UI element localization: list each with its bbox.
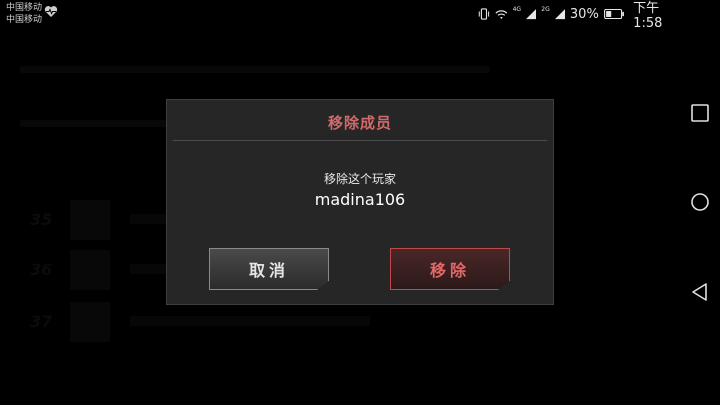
cancel-button[interactable]: 取消 <box>209 248 329 290</box>
battery-icon <box>603 8 624 20</box>
recent-apps-icon[interactable] <box>690 103 710 123</box>
vibrate-icon <box>478 8 490 20</box>
navigation-bar <box>680 0 720 405</box>
dialog-title: 移除成员 <box>327 114 392 132</box>
remove-member-dialog: 移除成员 移除这个玩家 madina106 取消 移除 <box>166 99 554 305</box>
carrier-label-2: 中国移动 <box>6 15 43 25</box>
remove-button[interactable]: 移除 <box>390 248 510 290</box>
status-bar: 中国移动 中国移动 4G 2G 30% 下午1:58 <box>0 0 680 31</box>
network-2g-label: 2G <box>541 5 550 13</box>
battery-percent: 30% <box>569 6 599 22</box>
remove-button-label: 移除 <box>429 261 470 280</box>
back-icon[interactable] <box>690 282 710 302</box>
dialog-message: 移除这个玩家 <box>323 172 396 186</box>
background-row: 37 <box>30 300 670 344</box>
player-name: madina106 <box>314 190 406 209</box>
wifi-icon <box>495 9 508 19</box>
status-icons: 4G 2G 30% 下午1:58 <box>478 1 680 31</box>
heart-pulse-icon <box>44 6 58 17</box>
clock: 下午1:58 <box>633 1 663 31</box>
cancel-button-label: 取消 <box>248 261 289 280</box>
dialog-divider <box>173 140 547 141</box>
signal-icon <box>554 8 565 20</box>
carrier-label-1: 中国移动 <box>6 3 43 13</box>
home-icon[interactable] <box>690 192 710 212</box>
signal-icon <box>526 8 537 20</box>
network-4g-label: 4G <box>512 5 522 13</box>
